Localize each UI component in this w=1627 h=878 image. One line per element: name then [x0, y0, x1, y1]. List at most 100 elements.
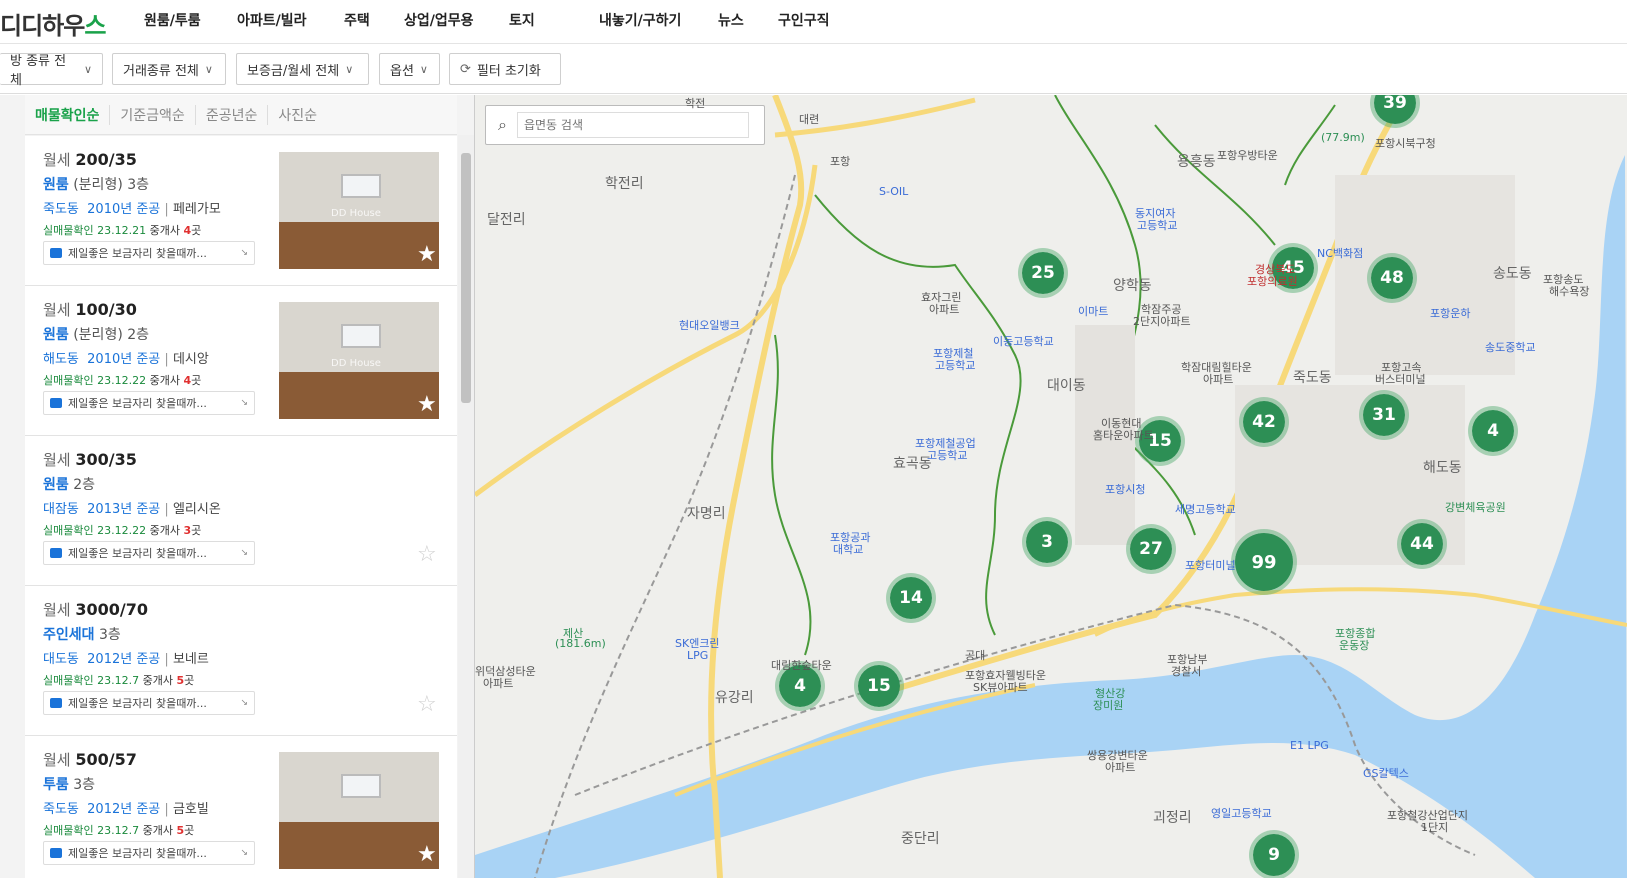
listing-type: 투룸 3층: [43, 774, 95, 794]
deal-type-filter[interactable]: 거래종류 전체 ∨: [112, 53, 226, 85]
room-type: 원룸: [43, 177, 69, 193]
nav-land[interactable]: 토지: [509, 10, 535, 30]
map-cluster[interactable]: 25: [1018, 248, 1068, 298]
favorite-star-icon[interactable]: ☆: [417, 694, 437, 716]
listing-verified: 실매물확인 23.12.7 중개사 5곳: [43, 672, 194, 688]
map-label: 중단리: [901, 831, 940, 847]
favorite-star-icon[interactable]: ☆: [417, 544, 437, 566]
message-text: 제일좋은 보금자리 찾을때까...: [68, 397, 207, 410]
photo-watermark: DD House: [331, 208, 381, 219]
sort-tab-photo[interactable]: 사진순: [267, 104, 327, 125]
price-value: 300/35: [75, 450, 137, 469]
top-navigation: 디디하우스 원룸/투룸 아파트/빌라 주택 상업/업무용 토지 내놓기/구하기 …: [0, 0, 1627, 44]
map-cluster[interactable]: 14: [886, 573, 936, 623]
map-label: 송도중학교: [1485, 341, 1536, 354]
map-label: (181.6m): [555, 637, 606, 650]
map-label: GS칼텍스: [1363, 767, 1409, 780]
map-label: LPG: [687, 649, 709, 662]
arrow-icon: ↘: [240, 698, 248, 708]
map-label: 학전리: [605, 176, 644, 192]
agent-count: 5: [176, 824, 185, 837]
map-cluster[interactable]: 9: [1249, 830, 1299, 878]
listing-type: 주인세대 3층: [43, 624, 121, 644]
map-label: 용흥동: [1177, 154, 1216, 170]
map-cluster[interactable]: 4: [1468, 406, 1518, 456]
map-label: 포항시청: [1105, 483, 1146, 496]
map-cluster[interactable]: 27: [1126, 524, 1176, 574]
map-cluster[interactable]: 44: [1397, 519, 1447, 569]
listing-item[interactable]: 월세 3000/70 주인세대 3층 대도동 2012년 준공 | 보네르 실매…: [25, 586, 457, 736]
nav-commercial[interactable]: 상업/업무용: [404, 10, 474, 30]
nav-post-find[interactable]: 내놓기/구하기: [599, 10, 681, 30]
map-label: 아파트: [929, 303, 960, 316]
listing-photo[interactable]: [279, 752, 439, 869]
message-text: 제일좋은 보금자리 찾을때까...: [68, 847, 207, 860]
refresh-icon: ⟳: [460, 61, 471, 77]
listing-item[interactable]: 월세 200/35 원룸 (분리형) 3층 죽도동 2010년 준공 | 페레가…: [25, 136, 457, 286]
site-logo[interactable]: 디디하우스: [0, 6, 106, 41]
favorite-star-icon[interactable]: ★: [417, 844, 437, 866]
map-label: 경찰서: [1171, 665, 1202, 678]
listing-item[interactable]: 월세 100/30 원룸 (분리형) 2층 해도동 2010년 준공 | 데시앙…: [25, 286, 457, 436]
map-label: 고등학교: [927, 449, 968, 462]
map-label: 포항시북구청: [1375, 137, 1436, 150]
photo-watermark: DD House: [331, 358, 381, 369]
filter-bar: 방 종류 전체 ∨ 거래종류 전체 ∨ 보증금/월세 전체 ∨ 옵션 ∨ ⟳ 필터 초기화: [0, 44, 1627, 94]
agent-label: 중개사: [149, 374, 180, 387]
map-label: 홈타운아파트: [1093, 429, 1154, 442]
search-icon[interactable]: ⌕: [498, 115, 507, 135]
map-search-input[interactable]: [516, 112, 749, 138]
room-type-filter[interactable]: 방 종류 전체 ∨: [0, 53, 103, 88]
price-filter-label: 보증금/월세 전체: [247, 63, 340, 79]
room-floor: [279, 372, 439, 419]
listing-item[interactable]: 월세 300/35 원룸 2층 대잠동 2013년 준공 | 엘리시온 실매물확…: [25, 436, 457, 586]
nav-house[interactable]: 주택: [344, 10, 370, 30]
listing-item[interactable]: 월세 500/57 투룸 3층 죽도동 2012년 준공 | 금호빌 실매물확인…: [25, 736, 457, 878]
map-label: 송도동: [1493, 266, 1532, 282]
room-subtype: (분리형) 2층: [73, 327, 150, 343]
listing-message[interactable]: 제일좋은 보금자리 찾을때까... ↘: [43, 841, 255, 865]
map-label: 괴정리: [1153, 810, 1192, 826]
map-label: 아파트: [1105, 761, 1136, 774]
map-cluster[interactable]: 48: [1367, 253, 1417, 303]
nav-apartment[interactable]: 아파트/빌라: [237, 10, 307, 30]
listing-building: 엘리시온: [172, 502, 221, 517]
listing-meta: 죽도동 2012년 준공 | 금호빌: [43, 802, 209, 817]
favorite-star-icon[interactable]: ★: [417, 244, 437, 266]
map-cluster[interactable]: 99: [1231, 529, 1297, 595]
listing-price: 월세 500/57: [43, 749, 137, 770]
map-label: 효곡동: [893, 456, 932, 472]
listing-year: 2010년 준공: [87, 352, 161, 367]
price-filter[interactable]: 보증금/월세 전체 ∨: [236, 53, 369, 85]
listing-message[interactable]: 제일좋은 보금자리 찾을때까... ↘: [43, 391, 255, 415]
map-cluster[interactable]: 3: [1022, 517, 1072, 567]
reset-filter-button[interactable]: ⟳ 필터 초기화: [449, 53, 561, 85]
chevron-down-icon: ∨: [204, 62, 213, 76]
room-type-label: 방 종류 전체: [10, 54, 67, 88]
map-cluster[interactable]: 15: [854, 661, 904, 711]
favorite-star-icon[interactable]: ★: [417, 394, 437, 416]
map-view[interactable]: ⌕ 39 25 45 48 15 42 31 4 3 27 99 44 14 4…: [475, 95, 1627, 878]
listing-message[interactable]: 제일좋은 보금자리 찾을때까... ↘: [43, 691, 255, 715]
sort-tab-year[interactable]: 준공년순: [194, 104, 268, 125]
map-background: [475, 95, 1627, 878]
map-label: 고등학교: [935, 359, 976, 372]
map-cluster[interactable]: 31: [1359, 390, 1409, 440]
scrollbar-thumb[interactable]: [461, 153, 471, 403]
sort-tab-price[interactable]: 기준금액순: [109, 104, 194, 125]
sort-tab-verified[interactable]: 매물확인순: [35, 105, 109, 125]
chat-bubble-icon: [50, 248, 62, 258]
chat-bubble-icon: [50, 698, 62, 708]
listing-photo[interactable]: DD House: [279, 302, 439, 419]
map-cluster[interactable]: 42: [1239, 397, 1289, 447]
nav-news[interactable]: 뉴스: [718, 10, 744, 30]
options-filter[interactable]: 옵션 ∨: [379, 53, 440, 85]
listing-message[interactable]: 제일좋은 보금자리 찾을때까... ↘: [43, 241, 255, 265]
listing-scrollbar[interactable]: [458, 135, 474, 878]
listing-photo[interactable]: DD House: [279, 152, 439, 269]
nav-jobs[interactable]: 구인구직: [778, 10, 830, 30]
listing-message[interactable]: 제일좋은 보금자리 찾을때까... ↘: [43, 541, 255, 565]
listing-price: 월세 3000/70: [43, 599, 148, 620]
nav-oneroom[interactable]: 원룸/투룸: [144, 10, 201, 30]
deal-type: 월세: [43, 601, 71, 619]
